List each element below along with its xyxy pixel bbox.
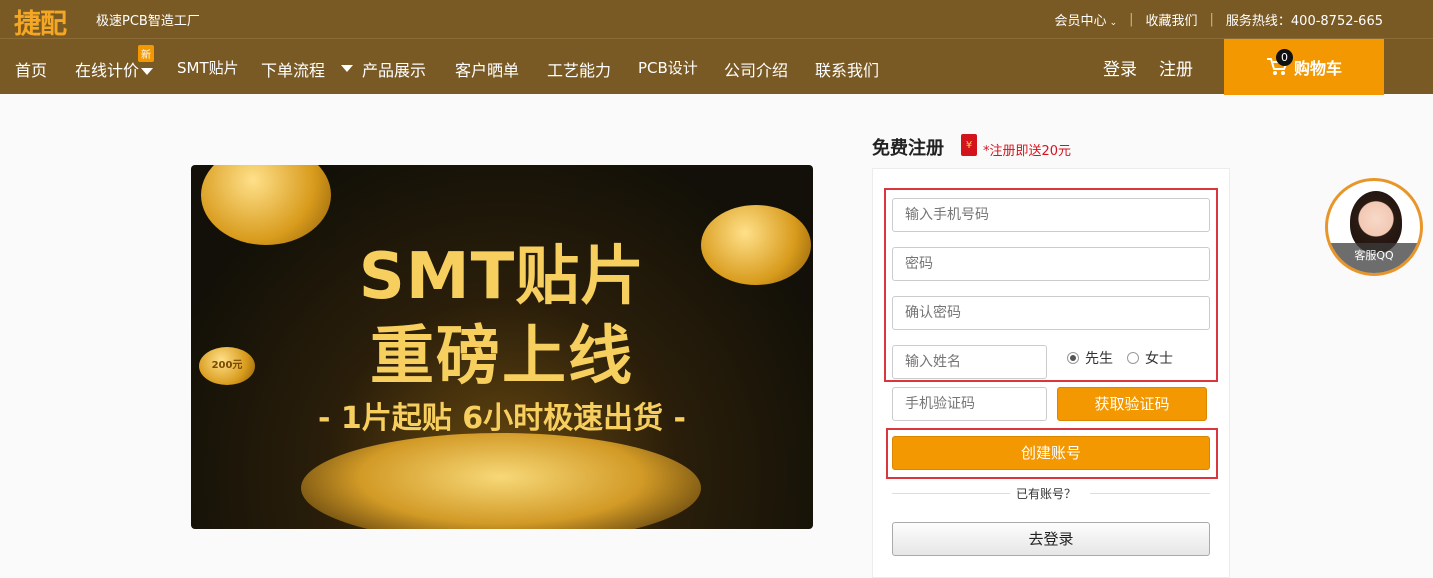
promo-banner[interactable]: 200元 SMT贴片 重磅上线 - 1片起贴 6小时极速出货 - bbox=[191, 165, 813, 529]
phone-input[interactable] bbox=[892, 198, 1210, 232]
site-logo[interactable]: 捷配 bbox=[14, 2, 67, 41]
create-account-button[interactable]: 创建账号 bbox=[892, 436, 1210, 470]
top-links: 会员中心 ⌄ | 收藏我们 | 服务热线：400-8752-665 bbox=[1055, 10, 1383, 29]
nav-products[interactable]: 产品展示 bbox=[362, 57, 426, 81]
red-envelope-icon: ¥ bbox=[961, 134, 977, 156]
gender-radio-group: 先生 女士 bbox=[1067, 348, 1173, 368]
radio-male[interactable] bbox=[1067, 352, 1079, 364]
customer-service-widget[interactable]: 客服QQ bbox=[1325, 178, 1423, 276]
favorite-link[interactable]: 收藏我们 bbox=[1146, 10, 1198, 29]
caret-down-icon[interactable] bbox=[341, 65, 353, 72]
divider: | bbox=[1129, 12, 1134, 27]
banner-title-line2: 重磅上线 bbox=[370, 320, 634, 394]
divider: | bbox=[1209, 12, 1214, 27]
confirm-password-input[interactable] bbox=[892, 296, 1210, 330]
banner-title-line1: SMT贴片 bbox=[358, 240, 646, 314]
name-input[interactable] bbox=[892, 345, 1047, 379]
nav-capability[interactable]: 工艺能力 bbox=[547, 57, 611, 81]
nav-smt[interactable]: SMT贴片 bbox=[177, 57, 239, 78]
divider-right bbox=[1090, 493, 1210, 494]
nav-login-link[interactable]: 登录 bbox=[1103, 55, 1137, 80]
support-label: 客服QQ bbox=[1328, 243, 1420, 273]
radio-female[interactable] bbox=[1127, 352, 1139, 364]
main-nav: 首页 在线计价 新 SMT贴片 下单流程 产品展示 客户晒单 工艺能力 PCB设… bbox=[0, 38, 1433, 95]
chevron-down-icon: ⌄ bbox=[1109, 18, 1118, 28]
site-slogan: 极速PCB智造工厂 bbox=[96, 14, 200, 29]
nav-about[interactable]: 公司介绍 bbox=[724, 57, 788, 81]
nav-order-process[interactable]: 下单流程 bbox=[261, 57, 325, 81]
go-login-button[interactable]: 去登录 bbox=[892, 522, 1210, 556]
banner-subtitle: - 1片起贴 6小时极速出货 - bbox=[318, 401, 686, 436]
password-input[interactable] bbox=[892, 247, 1210, 281]
new-badge: 新 bbox=[138, 45, 154, 62]
radio-female-label[interactable]: 女士 bbox=[1145, 348, 1173, 368]
sms-code-input[interactable] bbox=[892, 387, 1047, 421]
nav-customer-showcase[interactable]: 客户晒单 bbox=[455, 57, 519, 81]
radio-male-label[interactable]: 先生 bbox=[1085, 348, 1113, 368]
member-center-link[interactable]: 会员中心 ⌄ bbox=[1055, 10, 1118, 29]
divider-left bbox=[892, 493, 1010, 494]
cart-button[interactable]: 0 购物车 bbox=[1224, 39, 1384, 95]
top-bar: 捷配 极速PCB智造工厂 会员中心 ⌄ | 收藏我们 | 服务热线：400-875… bbox=[0, 0, 1433, 41]
pedestal-graphic bbox=[301, 433, 701, 529]
have-account-text: 已有账号？ bbox=[1016, 487, 1077, 501]
nav-pcb-design[interactable]: PCB设计 bbox=[638, 57, 698, 78]
register-promo-text: *注册即送20元 bbox=[983, 144, 1072, 159]
hotline-text: 服务热线：400-8752-665 bbox=[1225, 14, 1383, 29]
cart-label: 购物车 bbox=[1293, 59, 1342, 78]
nav-contact[interactable]: 联系我们 bbox=[815, 57, 879, 81]
nav-home[interactable]: 首页 bbox=[15, 57, 47, 81]
cart-count-badge: 0 bbox=[1276, 49, 1293, 66]
register-title: 免费注册 bbox=[872, 138, 944, 159]
get-code-button[interactable]: 获取验证码 bbox=[1057, 387, 1207, 421]
nav-register-link[interactable]: 注册 bbox=[1159, 55, 1193, 80]
caret-down-icon bbox=[141, 68, 154, 75]
